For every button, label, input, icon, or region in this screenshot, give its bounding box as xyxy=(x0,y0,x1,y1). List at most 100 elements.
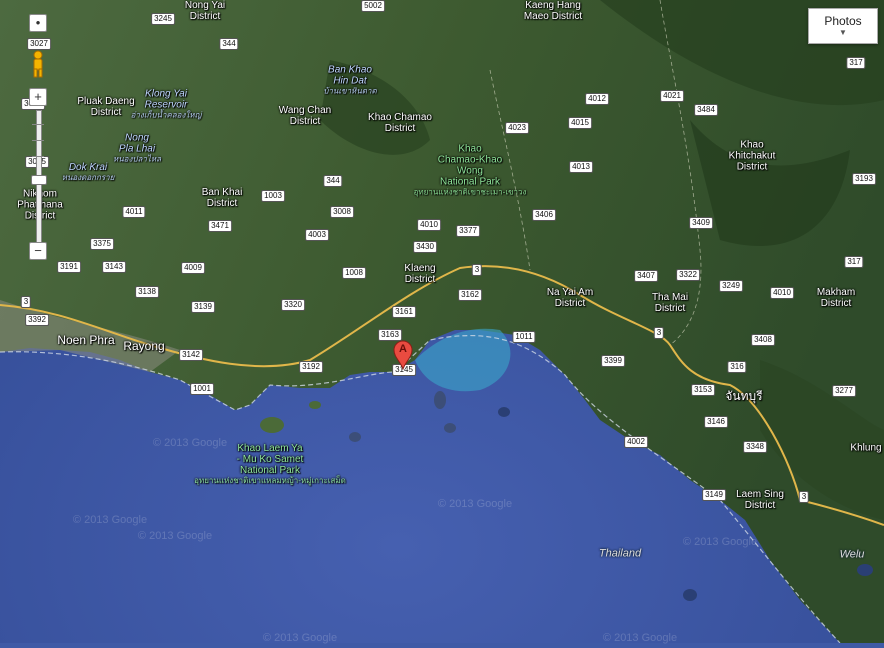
road-shield-3348: 3348 xyxy=(743,441,767,453)
road-shield-3484: 3484 xyxy=(694,104,718,116)
road-shield-3161: 3161 xyxy=(392,306,416,318)
road-shield-316: 316 xyxy=(727,361,747,373)
road-shield-4013: 4013 xyxy=(569,161,593,173)
place-label-khao-laem-ya-park[interactable]: Khao Laem Ya - Mu Ko Samet National Park อุ… xyxy=(194,443,346,485)
place-label-welu[interactable]: Welu xyxy=(840,549,865,561)
zoom-out-button[interactable]: − xyxy=(29,242,47,260)
marker-label: A xyxy=(399,343,407,355)
road-shield-3139: 3139 xyxy=(191,301,215,313)
map-marker-a[interactable]: A xyxy=(392,340,414,371)
road-shield-3008: 3008 xyxy=(330,206,354,218)
road-shield-3277: 3277 xyxy=(832,385,856,397)
road-shield-3322: 3322 xyxy=(676,269,700,281)
road-shield-3191: 3191 xyxy=(57,261,81,273)
road-shield-3407: 3407 xyxy=(634,270,658,282)
road-shield-3193: 3193 xyxy=(852,173,876,185)
road-shield-1011: 1011 xyxy=(512,331,536,343)
road-shield-3142: 3142 xyxy=(179,349,203,361)
road-shield-4012: 4012 xyxy=(585,93,609,105)
copyright-watermark: © 2013 Google xyxy=(152,437,228,449)
road-shield-4021: 4021 xyxy=(660,90,684,102)
place-label-kaeng-hang-maeo[interactable]: Kaeng Hang Maeo District xyxy=(524,0,582,22)
place-label-ban-khao-hin-dat[interactable]: Ban Khao Hin Dat บ้านเขาหินดาด xyxy=(323,65,376,96)
road-shield-3: 3 xyxy=(653,327,665,339)
copyright-watermark: © 2013 Google xyxy=(137,530,213,542)
road-shield-3153: 3153 xyxy=(691,384,715,396)
place-label-nong-yai[interactable]: Nong Yai District xyxy=(185,0,225,22)
road-shield-5002: 5002 xyxy=(361,0,385,12)
zoom-tick xyxy=(32,156,44,157)
road-shield-3430: 3430 xyxy=(413,241,437,253)
road-shield-4011: 4011 xyxy=(122,206,146,218)
road-shield-4023: 4023 xyxy=(505,122,529,134)
photos-button-label: Photos xyxy=(824,14,862,28)
road-shield-3: 3 xyxy=(20,296,32,308)
place-label-khao-khitchakut[interactable]: Khao Khitchakut District xyxy=(729,140,776,173)
road-shield-3406: 3406 xyxy=(532,209,556,221)
place-label-tha-mai[interactable]: Tha Mai District xyxy=(652,292,688,314)
place-label-klong-yai-reservoir[interactable]: Klong Yai Reservoir อ่างเก็บน้ำคลองใหญ่ xyxy=(131,89,202,120)
place-label-rayong[interactable]: Rayong xyxy=(123,340,164,352)
place-label-noen-phra[interactable]: Noen Phra xyxy=(57,334,114,346)
copyright-watermark: © 2013 Google xyxy=(602,632,678,644)
road-shield-344: 344 xyxy=(219,38,239,50)
road-shield-1001: 1001 xyxy=(190,383,214,395)
road-shield-4003: 4003 xyxy=(305,229,329,241)
road-shield-3392: 3392 xyxy=(25,314,49,326)
road-shield-317: 317 xyxy=(846,57,866,69)
place-label-pluak-daeng[interactable]: Pluak Daeng District xyxy=(77,96,134,118)
place-label-thailand[interactable]: Thailand xyxy=(599,548,641,560)
copyright-watermark: © 2013 Google xyxy=(682,536,758,548)
road-shield-4009: 4009 xyxy=(181,262,205,274)
zoom-control[interactable]: • + − xyxy=(26,10,50,270)
place-label-khao-chamao-park[interactable]: Khao Chamao-Khao Wong National Park อุทยานแห… xyxy=(414,144,527,197)
road-shield-3: 3 xyxy=(471,264,483,276)
chevron-down-icon: ▼ xyxy=(839,28,847,37)
road-shield-3146: 3146 xyxy=(704,416,728,428)
place-label-nong-pla-lhai[interactable]: Nong Pla Lhai หนองปลาไหล xyxy=(113,133,161,164)
road-shield-3143: 3143 xyxy=(102,261,126,273)
road-shield-3399: 3399 xyxy=(601,355,625,367)
road-shield-3409: 3409 xyxy=(689,217,713,229)
place-label-ban-khai[interactable]: Ban Khai District xyxy=(202,187,243,209)
zoom-tick xyxy=(32,140,44,141)
road-shield-3249: 3249 xyxy=(719,280,743,292)
road-shield-3375: 3375 xyxy=(90,238,114,250)
road-shield-3320: 3320 xyxy=(281,299,305,311)
road-shield-317: 317 xyxy=(844,256,864,268)
satellite-map[interactable]: Nong Yai District Kaeng Hang Maeo District B… xyxy=(0,0,884,644)
road-shield-1003: 1003 xyxy=(261,190,285,202)
zoom-in-button[interactable]: + xyxy=(29,88,47,106)
road-shield-4010: 4010 xyxy=(770,287,794,299)
place-label-chanthaburi-thai[interactable]: จันทบุรี xyxy=(725,390,762,402)
road-shield-3149: 3149 xyxy=(702,489,726,501)
zoom-tick xyxy=(32,124,44,125)
road-shield-3408: 3408 xyxy=(751,334,775,346)
road-shield-3192: 3192 xyxy=(299,361,323,373)
road-shield-1008: 1008 xyxy=(342,267,366,279)
road-shield-3162: 3162 xyxy=(458,289,482,301)
compass-icon[interactable]: • xyxy=(29,14,47,32)
pegman-icon[interactable] xyxy=(28,50,48,78)
photos-button[interactable]: Photos ▼ xyxy=(808,8,878,44)
road-shield-3377: 3377 xyxy=(456,225,480,237)
road-shield-344: 344 xyxy=(323,175,343,187)
place-label-na-yai-am[interactable]: Na Yai Am District xyxy=(547,287,593,309)
place-label-klaeng[interactable]: Klaeng District xyxy=(404,263,435,285)
copyright-watermark: © 2013 Google xyxy=(72,514,148,526)
place-label-khao-chamao[interactable]: Khao Chamao District xyxy=(368,112,432,134)
zoom-slider-handle[interactable] xyxy=(31,175,47,185)
road-shield-3138: 3138 xyxy=(135,286,159,298)
copyright-watermark: © 2013 Google xyxy=(437,498,513,510)
place-label-makham[interactable]: Makham District xyxy=(817,287,855,309)
place-label-laem-sing[interactable]: Laem Sing District xyxy=(736,489,784,511)
road-shield-4015: 4015 xyxy=(568,117,592,129)
road-shield-4010: 4010 xyxy=(417,219,441,231)
copyright-watermark: © 2013 Google xyxy=(262,632,338,644)
road-shield-3: 3 xyxy=(798,491,810,503)
road-shield-3471: 3471 xyxy=(208,220,232,232)
place-label-dok-krai[interactable]: Dok Krai หนองดอกกราย xyxy=(62,162,115,182)
place-label-wang-chan[interactable]: Wang Chan District xyxy=(279,105,331,127)
road-shield-3245: 3245 xyxy=(151,13,175,25)
place-label-khlung[interactable]: Khlung xyxy=(850,443,881,454)
